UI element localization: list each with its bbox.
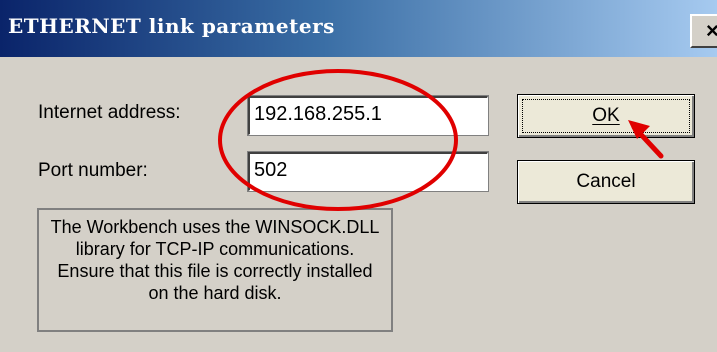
- close-icon[interactable]: ×: [706, 18, 717, 44]
- title-bar[interactable]: ETHERNET link parameters ×: [0, 0, 717, 57]
- cancel-button[interactable]: Cancel: [517, 160, 695, 204]
- port-number-field[interactable]: 502: [247, 151, 489, 192]
- window-title: ETHERNET link parameters: [8, 14, 335, 38]
- internet-address-field[interactable]: 192.168.255.1: [247, 95, 489, 136]
- info-message-box: The Workbench uses the WINSOCK.DLL libra…: [37, 208, 393, 332]
- info-message-text: The Workbench uses the WINSOCK.DLL libra…: [50, 217, 380, 303]
- ok-button-label: OK: [592, 105, 620, 126]
- port-number-label: Port number:: [38, 160, 148, 181]
- close-button[interactable]: ×: [690, 14, 717, 48]
- ok-button[interactable]: OK: [517, 94, 695, 138]
- ethernet-link-dialog: ETHERNET link parameters × Internet addr…: [0, 0, 717, 352]
- internet-address-label: Internet address:: [38, 102, 181, 123]
- cancel-button-label: Cancel: [576, 171, 636, 192]
